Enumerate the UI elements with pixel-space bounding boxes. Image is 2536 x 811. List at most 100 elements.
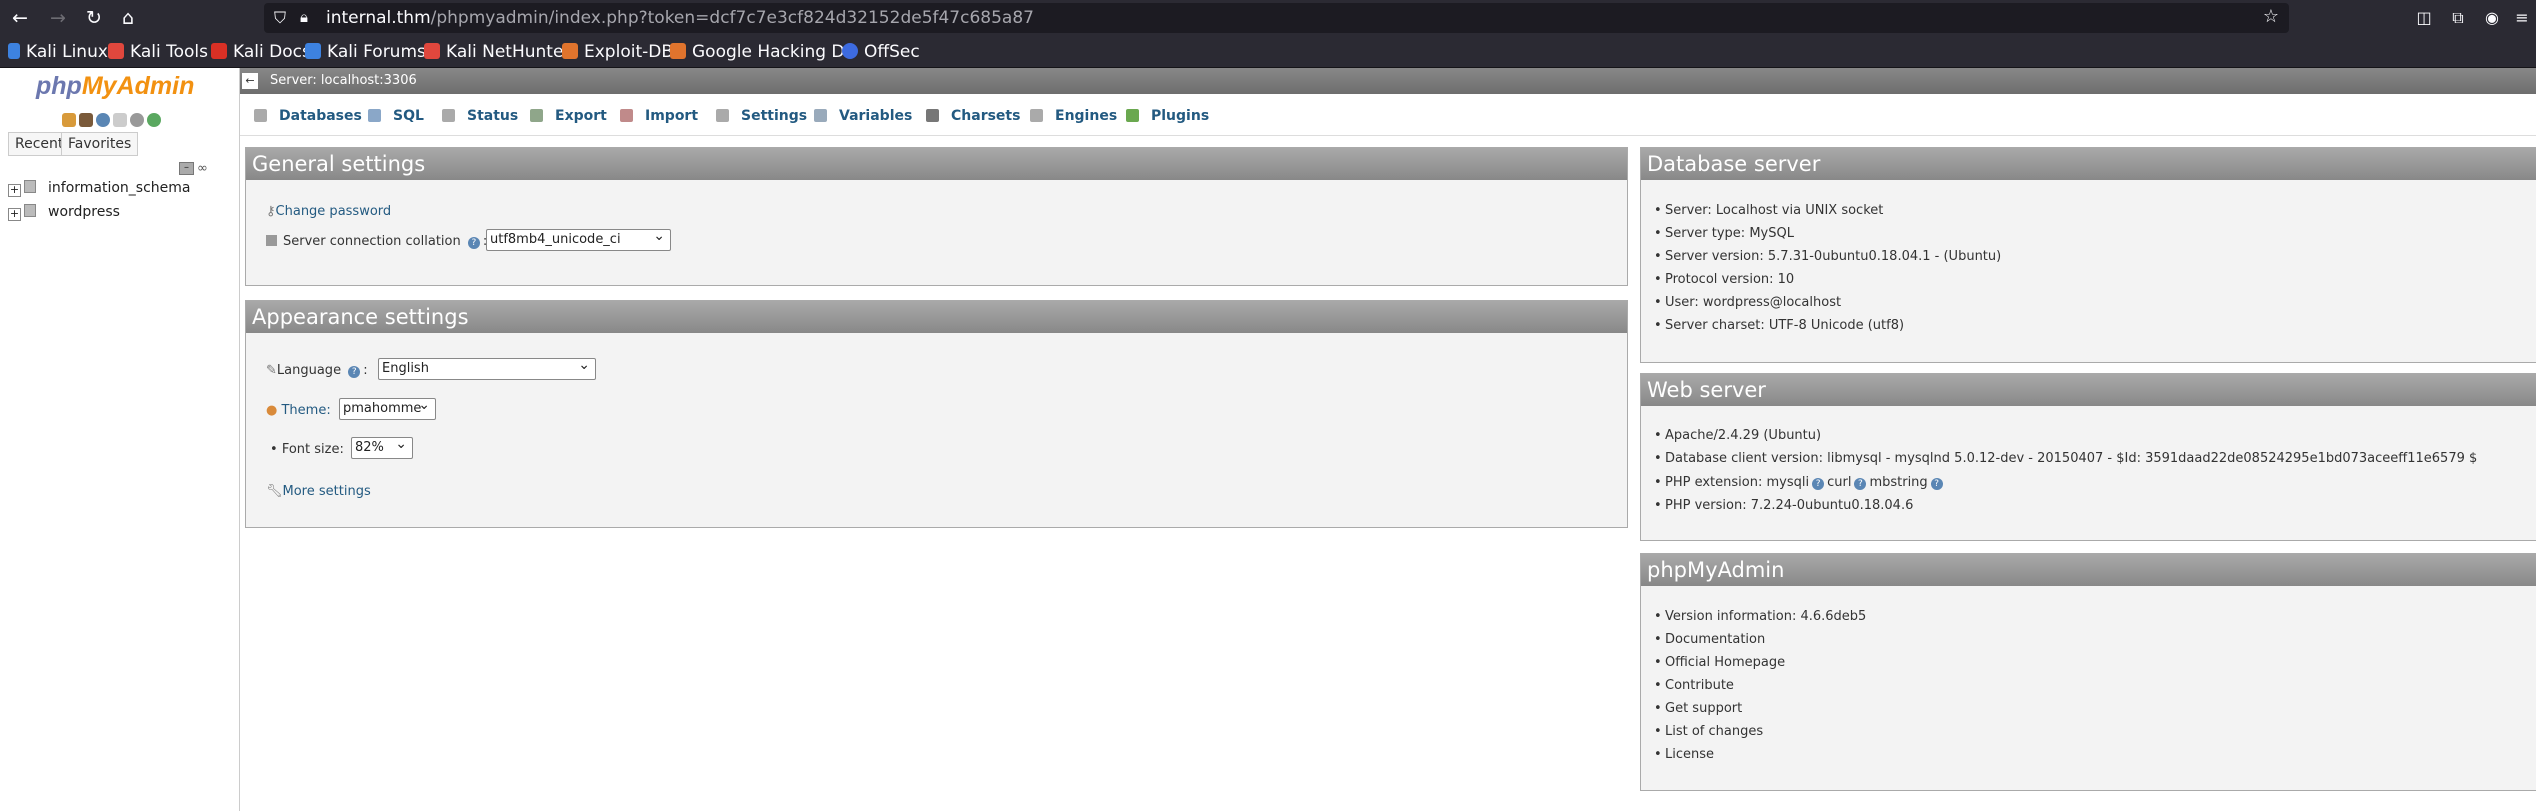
list-item: Server version: 5.7.31-0ubuntu0.18.04.1 … (1654, 249, 2001, 264)
language-select[interactable]: English (378, 355, 596, 380)
pocket-icon[interactable]: ◫ (2412, 6, 2436, 30)
change-password-link[interactable]: Change password (276, 204, 392, 219)
plugins-icon (1126, 109, 1139, 122)
collapse-nav-icon[interactable]: ← (242, 73, 258, 89)
font-size-row: • Font size: (270, 442, 344, 457)
theme-row: ● Theme: (266, 403, 331, 418)
settings-icon[interactable] (130, 113, 144, 127)
help-icon[interactable]: ? (1812, 478, 1825, 490)
db-tree-item[interactable]: + information_schema (8, 180, 191, 197)
tab-label: Settings (741, 108, 808, 124)
bookmark-kali-linux[interactable]: Kali Linux (8, 41, 108, 63)
bookmark-kali-forums[interactable]: Kali Forums (305, 41, 426, 63)
server-label[interactable]: Server: localhost:3306 (270, 73, 417, 88)
documentation-link[interactable]: Documentation (1654, 632, 1765, 647)
tab-import[interactable]: Import (620, 104, 698, 128)
bookmark-label: Kali Docs (233, 42, 311, 62)
menu-icon[interactable]: ≡ (2510, 6, 2534, 30)
sql-icon (368, 109, 381, 122)
collapse-all-icon[interactable]: – (179, 162, 194, 175)
tab-variables[interactable]: Variables (814, 104, 912, 128)
bookmark-google-hacking-db[interactable]: Google Hacking DB (670, 41, 856, 63)
contribute-link[interactable]: Contribute (1654, 678, 1734, 693)
bookmark-label: Kali NetHunter (446, 42, 571, 62)
bookmark-kali-tools[interactable]: Kali Tools (108, 41, 208, 63)
logout-icon[interactable] (79, 113, 93, 127)
pma-logo[interactable]: phpMyAdmin (36, 72, 194, 101)
help-icon[interactable]: ? (1930, 478, 1943, 490)
panel-title: Database server (1641, 148, 2536, 180)
list-item: PHP version: 7.2.24-0ubuntu0.18.04.6 (1654, 498, 1913, 513)
bookmark-kali-nethunter[interactable]: Kali NetHunter (424, 41, 570, 63)
logo-php: php (36, 72, 82, 100)
tab-charsets[interactable]: Charsets (926, 104, 1020, 128)
reload-icon[interactable]: ↻ (82, 6, 106, 30)
bookmark-star-icon[interactable]: ☆ (2263, 6, 2279, 27)
support-link[interactable]: Get support (1654, 701, 1742, 716)
help-icon[interactable]: ? (467, 237, 480, 249)
db-tree-item[interactable]: + wordpress (8, 204, 120, 221)
tab-status[interactable]: Status (442, 104, 518, 128)
font-size-select[interactable]: 82% (351, 434, 413, 459)
url-host: internal.thm (326, 8, 431, 28)
tab-label: Export (555, 108, 607, 124)
db-name[interactable]: wordpress (48, 204, 120, 220)
expand-icon[interactable]: + (8, 184, 21, 197)
expand-icon[interactable]: + (8, 208, 21, 221)
theme-select[interactable]: pmahomme (339, 395, 436, 420)
link-icon[interactable]: ∞ (197, 161, 208, 176)
bookmark-label: Kali Linux (26, 42, 108, 62)
bookmark-label: Exploit-DB (584, 42, 673, 62)
list-item: User: wordpress@localhost (1654, 295, 1841, 310)
collation-icon (266, 235, 277, 246)
tab-label: Status (467, 108, 519, 124)
logo-my: My (81, 72, 117, 100)
tab-plugins[interactable]: Plugins (1126, 104, 1209, 128)
url-path: /phpmyadmin/index.php?token=dcf7c7e3cf82… (430, 8, 1034, 28)
help-icon[interactable]: ? (1854, 478, 1867, 490)
tab-export[interactable]: Export (530, 104, 607, 128)
license-link[interactable]: License (1654, 747, 1714, 762)
changelog-link[interactable]: List of changes (1654, 724, 1763, 739)
more-settings-link[interactable]: More settings (283, 484, 371, 499)
collation-select[interactable]: utf8mb4_unicode_ci (486, 226, 671, 251)
tab-sql[interactable]: SQL (368, 104, 424, 128)
tab-label: Plugins (1151, 108, 1210, 124)
tab-favorites[interactable]: Favorites (61, 132, 139, 156)
theme-icon: ● (266, 403, 278, 418)
language-icon: ✎ (266, 363, 277, 378)
tab-databases[interactable]: Databases (254, 104, 362, 128)
bookmark-kali-docs[interactable]: Kali Docs (211, 41, 311, 63)
help-icon[interactable] (96, 113, 110, 127)
bookmark-offsec[interactable]: OffSec (842, 41, 920, 63)
panel-title: phpMyAdmin (1641, 554, 2536, 586)
url-bar[interactable]: ⛉ 🔒︎ internal.thm/phpmyadmin/index.php?t… (264, 3, 2289, 33)
help-icon[interactable]: ? (348, 366, 361, 378)
bookmarks-bar: Kali Linux Kali Tools Kali Docs Kali For… (0, 36, 2536, 68)
bookmark-exploit-db[interactable]: Exploit-DB (562, 41, 673, 63)
bookmark-label: Kali Tools (130, 42, 208, 62)
php-extension-item: PHP extension: mysqli?curl?mbstring? (1654, 475, 1946, 490)
change-password-row: ⚷Change password (266, 204, 391, 219)
collation-label: Server connection collation (283, 234, 461, 249)
account-icon[interactable]: ◉ (2480, 6, 2504, 30)
homepage-link[interactable]: Official Homepage (1654, 655, 1785, 670)
php-ext-label: PHP extension: mysqli (1665, 475, 1810, 490)
home-icon[interactable] (62, 113, 76, 127)
engines-icon (1030, 109, 1043, 122)
bookmark-label: OffSec (864, 42, 920, 62)
docs-icon[interactable] (113, 113, 127, 127)
tab-settings[interactable]: Settings (716, 104, 807, 128)
home-icon[interactable]: ⌂ (116, 6, 140, 30)
nav-icon-row (62, 112, 164, 131)
list-item: Version information: 4.6.6deb5 (1654, 609, 1866, 624)
db-name[interactable]: information_schema (48, 180, 191, 196)
language-label: Language (276, 363, 342, 378)
forward-icon[interactable]: → (46, 6, 70, 30)
tab-engines[interactable]: Engines (1030, 104, 1117, 128)
variables-icon (814, 109, 827, 122)
back-icon[interactable]: ← (8, 6, 32, 30)
reload-nav-icon[interactable] (147, 113, 161, 127)
extensions-icon[interactable]: ⧉ (2446, 6, 2470, 30)
theme-label[interactable]: Theme: (281, 403, 330, 418)
